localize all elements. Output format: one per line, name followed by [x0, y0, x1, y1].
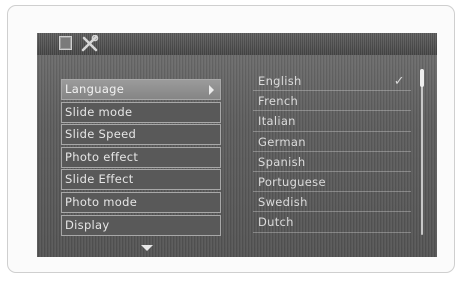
scrollbar-track — [421, 69, 423, 235]
language-option-italian[interactable]: Italian — [253, 111, 411, 132]
settings-tools-icon[interactable] — [81, 35, 99, 52]
chevron-down-icon[interactable] — [141, 245, 153, 251]
menu-item-label: Slide Speed — [65, 127, 137, 142]
scrollbar-thumb[interactable] — [420, 69, 424, 87]
menu-item-slide-mode[interactable]: Slide mode — [61, 101, 221, 123]
menu-item-label: Photo effect — [65, 149, 139, 164]
menu-item-label: Language — [65, 82, 125, 96]
menu-item-slide-effect[interactable]: Slide Effect — [61, 169, 221, 191]
language-option-label: German — [258, 134, 306, 149]
checkmark-icon: ✓ — [393, 74, 405, 89]
photo-icon[interactable] — [59, 36, 72, 50]
language-option-spanish[interactable]: Spanish — [253, 152, 411, 172]
language-option-label: Italian — [258, 114, 296, 129]
menu-item-label: Photo mode — [65, 194, 138, 209]
language-option-label: Spanish — [258, 154, 306, 169]
menu-item-label: Slide mode — [65, 104, 133, 119]
language-option-portuguese[interactable]: Portuguese — [253, 172, 411, 193]
chevron-right-icon — [209, 85, 214, 95]
top-toolbar — [37, 33, 437, 55]
language-option-label: Portuguese — [258, 174, 326, 189]
menu-item-photo-effect[interactable]: Photo effect — [61, 146, 221, 168]
language-option-label: English — [258, 74, 302, 88]
language-option-label: French — [258, 94, 299, 109]
language-option-french[interactable]: French — [253, 91, 411, 112]
language-scrollbar[interactable] — [420, 69, 424, 235]
menu-item-display[interactable]: Display — [61, 214, 221, 236]
language-option-dutch[interactable]: Dutch — [253, 212, 411, 233]
menu-item-label: Display — [65, 217, 110, 232]
menu-item-language[interactable]: Language — [61, 79, 221, 100]
language-option-swedish[interactable]: Swedish — [253, 192, 411, 213]
language-option-english[interactable]: English ✓ — [253, 71, 411, 92]
menu-item-label: Slide Effect — [65, 172, 134, 187]
photo-frame-screen: Language Slide mode Slide Speed Photo ef… — [37, 33, 437, 257]
language-option-label: Dutch — [258, 215, 294, 230]
language-option-label: Swedish — [258, 195, 308, 210]
settings-menu: Language Slide mode Slide Speed Photo ef… — [61, 79, 221, 237]
language-option-german[interactable]: German — [253, 132, 411, 152]
menu-item-photo-mode[interactable]: Photo mode — [61, 191, 221, 213]
menu-item-slide-speed[interactable]: Slide Speed — [61, 124, 221, 146]
language-options: English ✓ French Italian German Spanish … — [253, 71, 411, 233]
